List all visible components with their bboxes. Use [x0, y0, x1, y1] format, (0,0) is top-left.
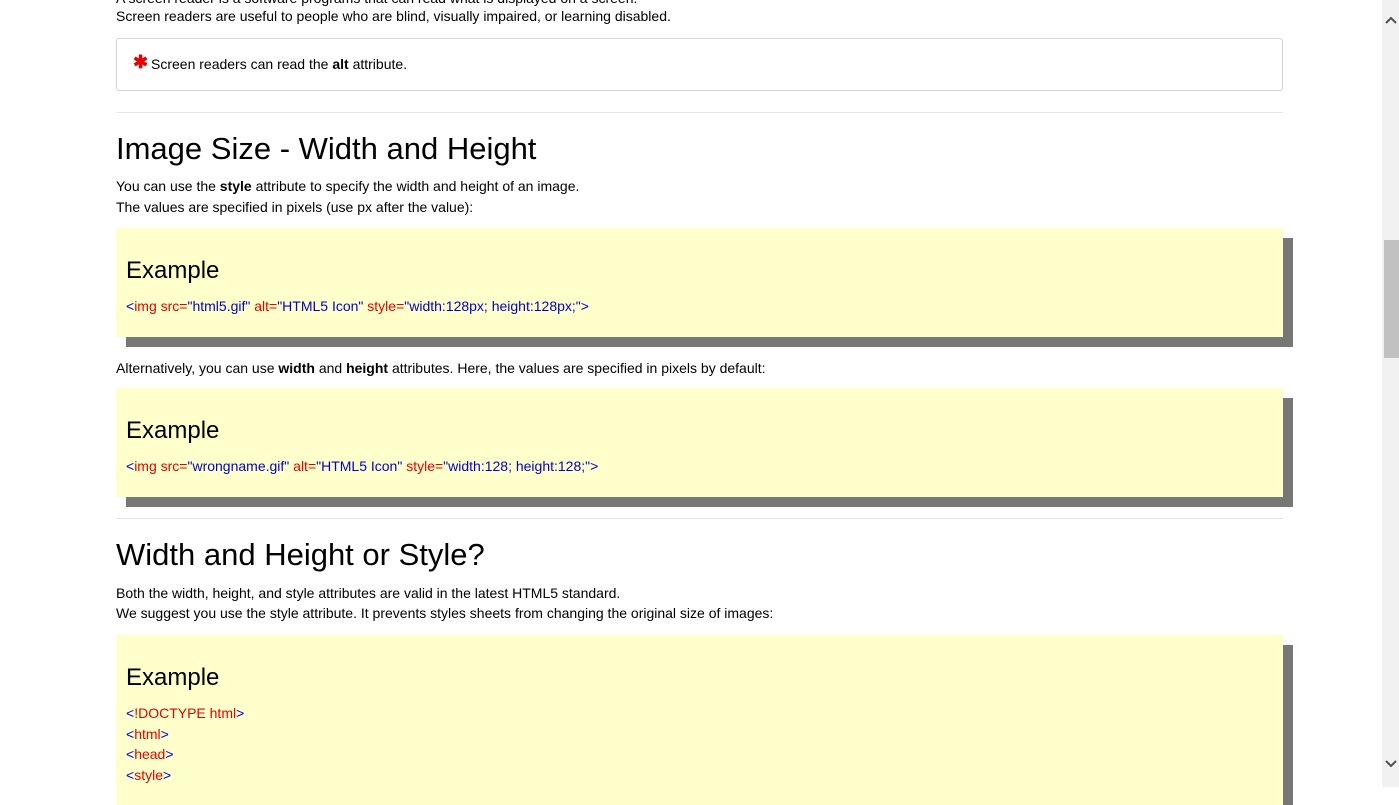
alt-para: Alternatively, you can use width and hei…	[116, 360, 766, 376]
example-code-line: <html>	[126, 726, 169, 742]
vertical-scrollbar[interactable]	[1382, 0, 1399, 787]
divider	[116, 112, 1283, 113]
example-box-2: Example <img src="wrongname.gif" alt="HT…	[116, 388, 1283, 497]
example-box-3: Example <!DOCTYPE html> <html> <head> <s…	[116, 635, 1283, 805]
note-text: Screen readers can read the alt attribut…	[151, 56, 408, 72]
note-box: ✱ Screen readers can read the alt attrib…	[116, 38, 1283, 91]
divider	[116, 518, 1283, 519]
section-heading-image-size: Image Size - Width and Height	[116, 131, 537, 166]
section2-para-2: We suggest you use the style attribute. …	[116, 605, 774, 621]
example-code-line: <style>	[126, 767, 172, 783]
example-title: Example	[126, 257, 220, 284]
example-code-line: <head>	[126, 746, 174, 762]
example-title: Example	[126, 664, 220, 691]
scrollbar-thumb[interactable]	[1384, 240, 1399, 358]
section2-para-1: Both the width, height, and style attrib…	[116, 585, 621, 601]
section1-para-2: The values are specified in pixels (use …	[116, 199, 474, 215]
section1-para-1: You can use the style attribute to speci…	[116, 178, 580, 194]
chevron-up-icon[interactable]	[1384, 14, 1398, 28]
example-code-line: <!DOCTYPE html>	[126, 705, 245, 721]
example-code-line: <img src="html5.gif" alt="HTML5 Icon" st…	[126, 298, 589, 314]
asterisk-icon: ✱	[133, 52, 149, 72]
chevron-down-icon[interactable]	[1384, 758, 1398, 772]
intro-line-2: Screen readers are useful to people who …	[116, 8, 671, 24]
example-box-1: Example <img src="html5.gif" alt="HTML5 …	[116, 228, 1283, 337]
example-title: Example	[126, 417, 220, 444]
example-code-line: <img src="wrongname.gif" alt="HTML5 Icon…	[126, 458, 599, 474]
section-heading-width-height-style: Width and Height or Style?	[116, 537, 485, 572]
